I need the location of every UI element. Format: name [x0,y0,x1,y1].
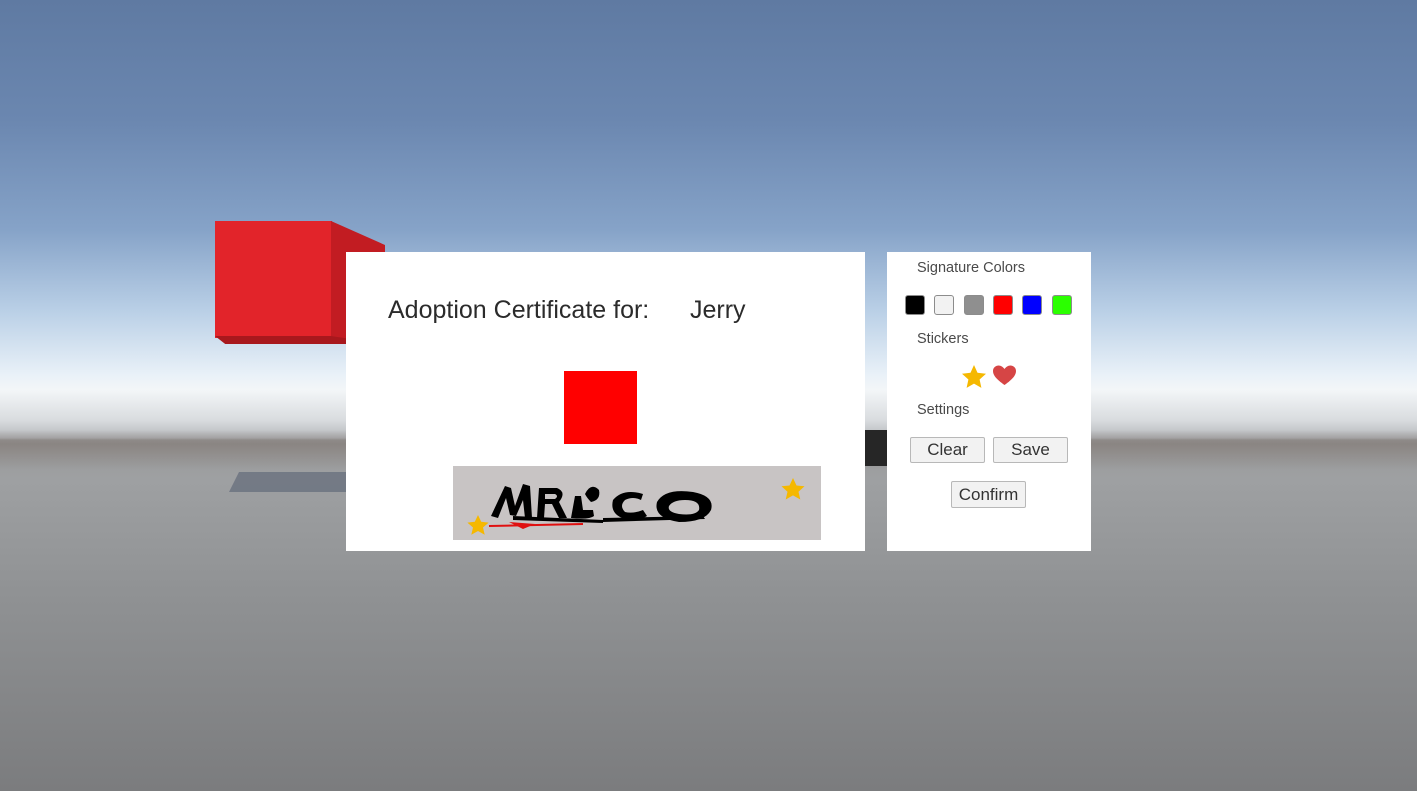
color-swatch-green[interactable] [1052,295,1072,315]
3d-scene-viewport: Adoption Certificate for: Jerry Signatur… [0,0,1417,791]
color-swatch-blue[interactable] [1022,295,1042,315]
sticker-star-placed-2 [467,515,489,535]
color-swatch-gray[interactable] [964,295,984,315]
signature-red-strokes [488,522,584,529]
signature-canvas[interactable] [453,466,821,540]
pet-name: Jerry [690,296,746,324]
sticker-star-placed-1 [781,478,805,500]
signature-tools-panel: Signature Colors Stickers Settings Clear… [887,252,1091,551]
confirm-button[interactable]: Confirm [951,481,1026,508]
settings-label: Settings [917,402,970,418]
sticker-palette [961,364,1021,390]
signature-strokes [491,484,712,523]
signature-drawing [467,478,805,535]
clear-button[interactable]: Clear [910,437,985,463]
stickers-label: Stickers [917,331,969,347]
save-button[interactable]: Save [993,437,1068,463]
red-cube [215,221,332,338]
signature-color-palette [905,295,1075,317]
signature-colors-label: Signature Colors [917,260,1025,276]
star-icon[interactable] [961,364,987,395]
heart-icon[interactable] [992,364,1017,393]
certificate-title: Adoption Certificate for: [388,296,650,324]
cube-shadow [229,472,354,492]
adoption-certificate-panel: Adoption Certificate for: Jerry [346,252,865,551]
pet-image [564,371,637,444]
color-swatch-black[interactable] [905,295,925,315]
color-swatch-red[interactable] [993,295,1013,315]
color-swatch-white[interactable] [934,295,954,315]
